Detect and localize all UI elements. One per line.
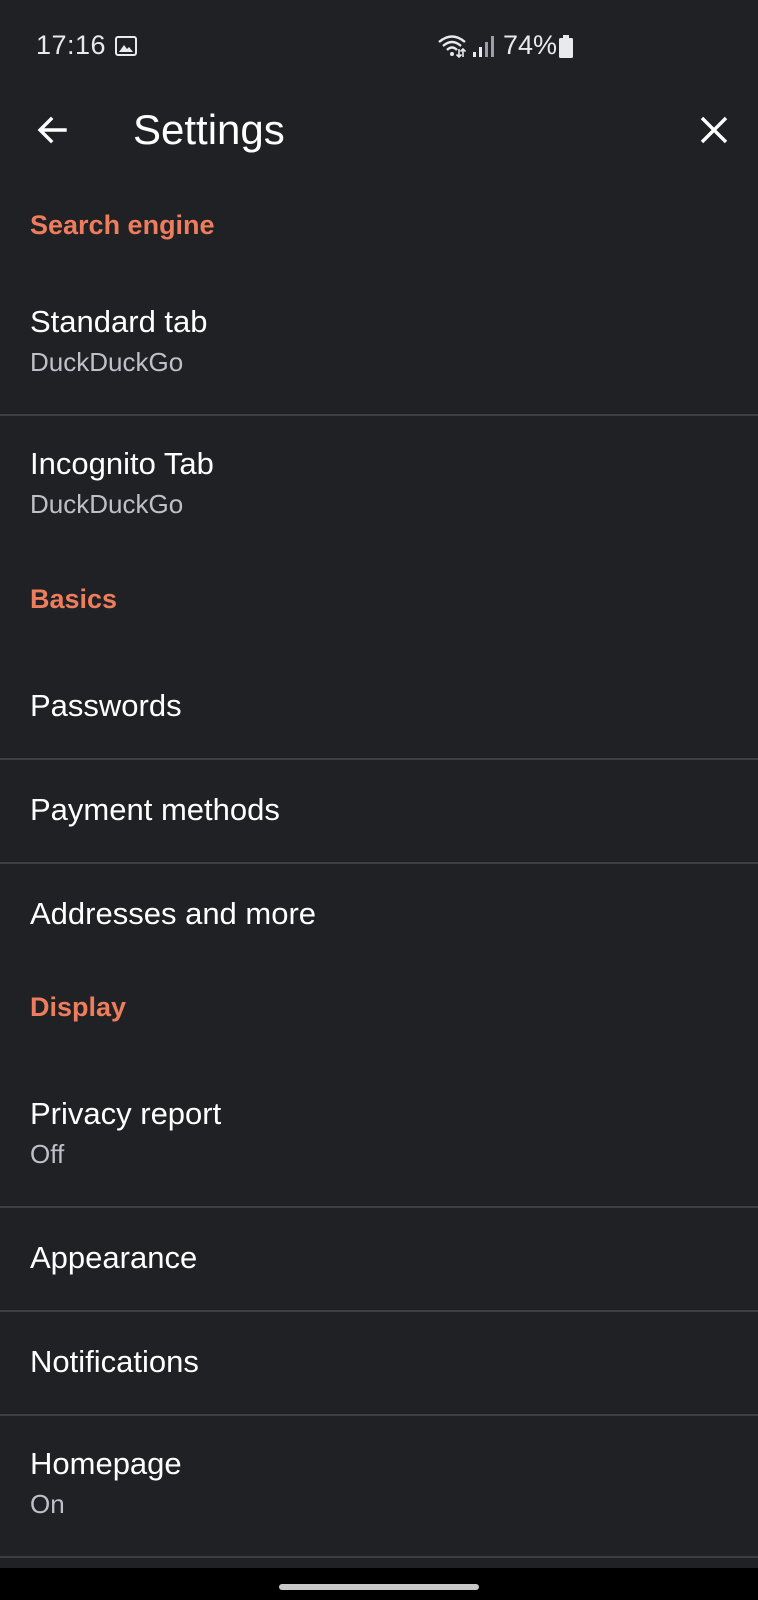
setting-title: Homepage <box>30 1446 182 1481</box>
setting-addresses-and-more[interactable]: Addresses and more <box>0 864 758 968</box>
setting-title: Appearance <box>30 1240 198 1275</box>
gallery-icon <box>115 36 137 56</box>
setting-payment-methods[interactable]: Payment methods <box>0 760 758 864</box>
section-header-display: Display <box>30 992 127 1022</box>
setting-subtitle: Off <box>30 1139 65 1169</box>
settings-screen: 17:16 74% Settings Search engine Standar… <box>0 0 758 1568</box>
setting-subtitle: DuckDuckGo <box>30 347 184 377</box>
setting-title: Notifications <box>30 1344 199 1379</box>
setting-title: Payment methods <box>30 792 280 827</box>
signal-icon <box>473 36 494 57</box>
setting-appearance[interactable]: Appearance <box>0 1208 758 1312</box>
setting-passwords[interactable]: Passwords <box>0 656 758 760</box>
setting-title: Passwords <box>30 688 182 723</box>
wifi-icon <box>438 35 467 59</box>
home-handle[interactable] <box>279 1584 479 1590</box>
setting-notifications[interactable]: Notifications <box>0 1312 758 1416</box>
setting-privacy-report[interactable]: Privacy report Off <box>0 1066 758 1208</box>
page-title: Settings <box>133 106 285 153</box>
close-icon <box>700 116 728 144</box>
setting-homepage[interactable]: Homepage On <box>0 1416 758 1558</box>
arrow-left-icon <box>37 116 67 144</box>
setting-title: Standard tab <box>30 304 208 339</box>
battery-percent: 74% <box>503 30 558 60</box>
setting-incognito-tab[interactable]: Incognito Tab DuckDuckGo <box>0 416 758 558</box>
setting-title: Privacy report <box>30 1096 222 1131</box>
gesture-nav-bar <box>0 1568 758 1600</box>
back-button[interactable] <box>22 102 82 158</box>
status-bar: 17:16 74% <box>0 0 758 92</box>
setting-subtitle: DuckDuckGo <box>30 489 184 519</box>
battery-icon <box>559 35 573 58</box>
status-time: 17:16 <box>36 30 107 60</box>
section-header-search-engine: Search engine <box>30 210 215 240</box>
setting-title: Incognito Tab <box>30 446 214 481</box>
setting-standard-tab[interactable]: Standard tab DuckDuckGo <box>0 274 758 416</box>
setting-title: Addresses and more <box>30 896 317 931</box>
section-header-basics: Basics <box>30 584 118 614</box>
close-button[interactable] <box>684 102 744 158</box>
setting-subtitle: On <box>30 1489 65 1519</box>
settings-list: Search engine Standard tab DuckDuckGo In… <box>0 166 758 1558</box>
app-bar: Settings <box>0 92 758 166</box>
